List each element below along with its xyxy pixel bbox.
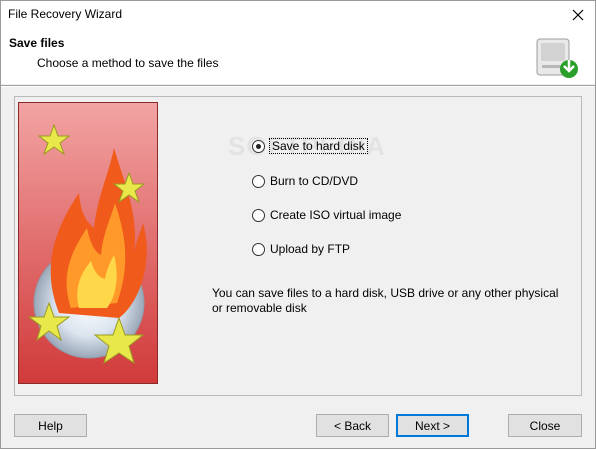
option-description: You can save files to a hard disk, USB d… (212, 286, 559, 315)
radio-button[interactable] (252, 174, 265, 188)
help-button[interactable]: Help (14, 414, 87, 437)
option-upload-by-ftp[interactable]: Upload by FTP (252, 240, 350, 258)
next-button[interactable]: Next > (396, 414, 469, 437)
radio-button[interactable] (252, 139, 265, 153)
radio-button[interactable] (252, 242, 265, 256)
wizard-header: Save files Choose a method to save the f… (1, 29, 595, 84)
header-subtitle: Choose a method to save the files (37, 56, 219, 70)
back-button[interactable]: < Back (316, 414, 389, 437)
hard-drive-icon (533, 33, 583, 81)
radio-button[interactable] (252, 208, 265, 222)
close-icon[interactable] (567, 5, 589, 25)
header-title: Save files (9, 36, 65, 50)
title-bar: File Recovery Wizard (1, 1, 595, 29)
option-label: Burn to CD/DVD (270, 174, 359, 188)
option-burn-to-cd-dvd[interactable]: Burn to CD/DVD (252, 172, 358, 190)
option-label: Upload by FTP (270, 242, 351, 256)
option-label: Save to hard disk (269, 138, 368, 154)
option-label: Create ISO virtual image (270, 208, 402, 222)
content-panel: SOFTPEDIA Save to hard disk Burn to CD/D… (14, 96, 582, 396)
option-save-to-hard-disk[interactable]: Save to hard disk (252, 137, 368, 155)
header-separator-highlight (1, 86, 595, 87)
fire-disc-stars-icon (18, 102, 158, 384)
option-create-iso-image[interactable]: Create ISO virtual image (252, 206, 401, 224)
window-title: File Recovery Wizard (8, 7, 123, 21)
wizard-window: File Recovery Wizard Save files Choose a… (0, 0, 596, 449)
close-button[interactable]: Close (508, 414, 582, 437)
